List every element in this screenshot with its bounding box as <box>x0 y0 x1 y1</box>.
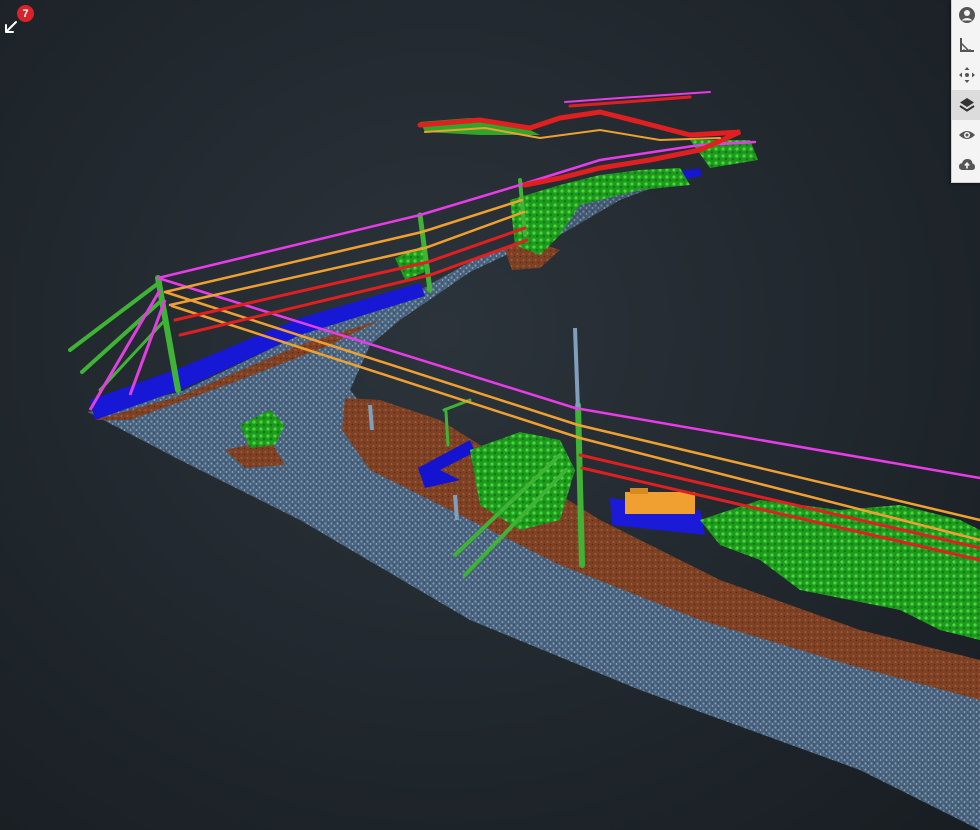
cloud-upload-icon <box>958 159 975 170</box>
viewer-toolbar <box>951 0 980 183</box>
user-circle-icon <box>958 7 975 23</box>
move-button[interactable] <box>952 60 980 90</box>
eye-icon <box>958 131 975 139</box>
layers-icon <box>958 98 975 112</box>
measure-button[interactable] <box>952 30 980 60</box>
profile-button[interactable] <box>952 0 980 30</box>
ruler-angle-icon <box>959 38 974 52</box>
upload-button[interactable] <box>952 150 980 180</box>
notification-count-badge: 7 <box>17 5 34 22</box>
visibility-button[interactable] <box>952 120 980 150</box>
layers-button[interactable] <box>952 90 980 120</box>
notification-button[interactable]: 7 <box>4 4 40 34</box>
point-cloud-viewport[interactable] <box>0 0 980 830</box>
move-arrows-icon <box>958 67 975 83</box>
